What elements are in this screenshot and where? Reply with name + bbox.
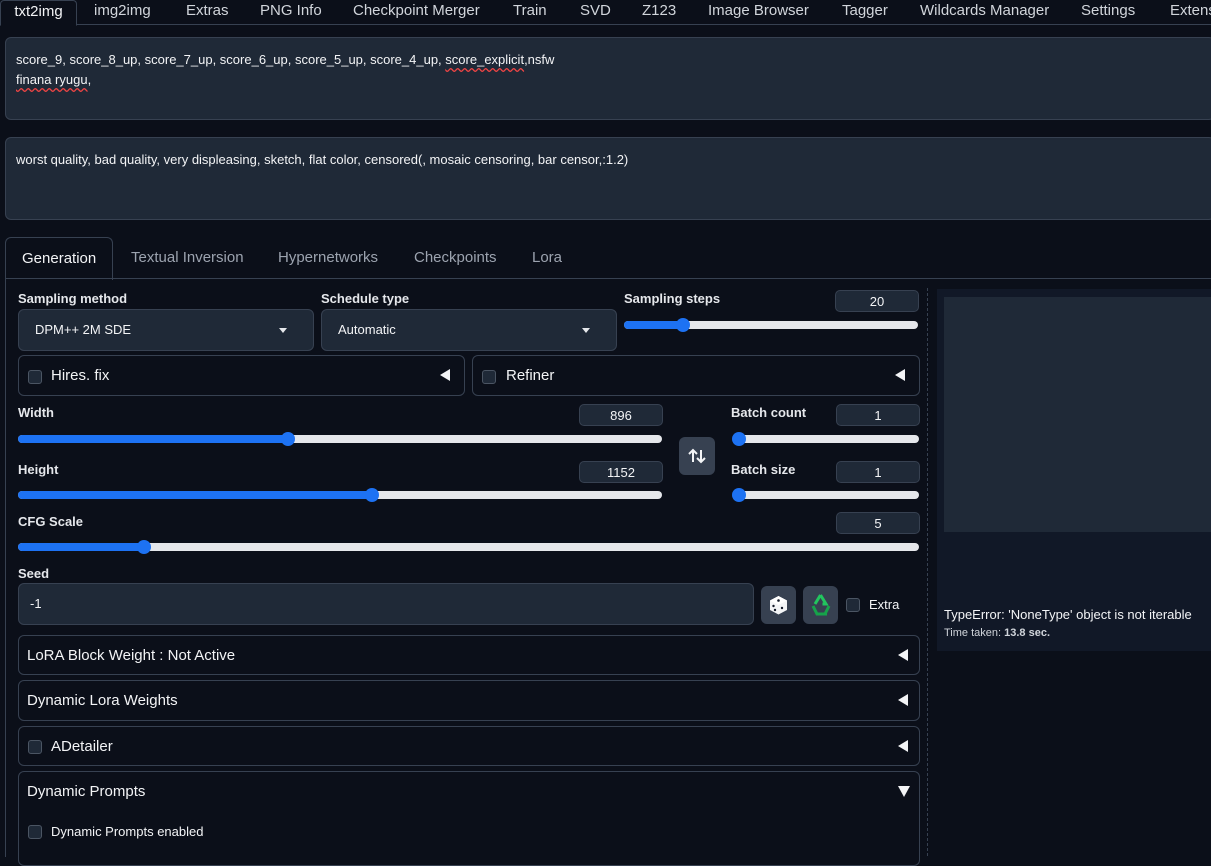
expand-arrow-icon[interactable]	[898, 786, 910, 797]
dice-icon	[770, 596, 787, 615]
reuse-seed-button[interactable]	[803, 586, 838, 624]
dynamic-prompts-label: Dynamic Prompts	[27, 783, 146, 800]
tab-settings[interactable]: Settings	[1081, 0, 1135, 24]
adetailer-accordion[interactable]	[18, 726, 920, 766]
tab-z123[interactable]: Z123	[642, 0, 676, 24]
dynamic-prompts-enabled-checkbox[interactable]	[28, 825, 42, 839]
width-input[interactable]: 896	[579, 404, 663, 426]
dynamic-prompts-enabled-label: Dynamic Prompts enabled	[51, 824, 204, 839]
extra-seed-checkbox[interactable]	[846, 598, 860, 612]
sampling-method-dropdown[interactable]: DPM++ 2M SDE	[18, 309, 314, 351]
tab-tagger[interactable]: Tagger	[842, 0, 888, 24]
chevron-down-icon	[279, 328, 287, 333]
adetailer-checkbox[interactable]	[28, 740, 42, 754]
swap-dimensions-button[interactable]	[679, 437, 715, 475]
hires-fix-checkbox[interactable]	[28, 370, 42, 384]
batch-size-label: Batch size	[731, 462, 796, 477]
chevron-down-icon	[582, 328, 590, 333]
height-slider[interactable]	[18, 488, 662, 502]
lora-block-weight-label: LoRA Block Weight : Not Active	[27, 647, 236, 664]
dynamic-lora-weights-label: Dynamic Lora Weights	[27, 692, 178, 709]
time-taken: Time taken: 13.8 sec.	[944, 627, 1050, 639]
random-seed-button[interactable]	[761, 586, 796, 624]
error-message: TypeError: 'NoneType' object is not iter…	[944, 607, 1192, 622]
schedule-type-value: Automatic	[338, 322, 396, 337]
height-input[interactable]: 1152	[579, 461, 663, 483]
top-tab-bar: txt2img img2img Extras PNG Info Checkpoi…	[0, 0, 1211, 26]
tab-img2img[interactable]: img2img	[94, 0, 151, 24]
image-preview	[944, 297, 1211, 532]
collapse-arrow-icon[interactable]	[895, 369, 905, 381]
tab-textual-inversion[interactable]: Textual Inversion	[131, 237, 244, 279]
prompt-line2-misspelled: finana ryugu	[16, 72, 88, 87]
extra-seed-label: Extra	[869, 597, 900, 612]
seed-input[interactable]: -1	[18, 583, 754, 625]
tab-extras[interactable]: Extras	[186, 0, 229, 24]
batch-count-slider[interactable]	[732, 432, 919, 446]
time-taken-label: Time taken:	[944, 627, 1005, 639]
schedule-type-dropdown[interactable]: Automatic	[321, 309, 617, 351]
tab-hypernetworks[interactable]: Hypernetworks	[278, 237, 378, 279]
refiner-checkbox[interactable]	[482, 370, 496, 384]
batch-size-slider[interactable]	[732, 488, 919, 502]
cfg-scale-label: CFG Scale	[18, 514, 84, 529]
width-label: Width	[18, 405, 54, 420]
prompt-line2-end: ,	[87, 72, 92, 87]
seed-label: Seed	[18, 566, 50, 581]
sampling-method-label: Sampling method	[18, 291, 128, 306]
tab-extensions[interactable]: Extens	[1170, 0, 1211, 24]
swap-icon	[688, 448, 706, 464]
width-slider[interactable]	[18, 432, 662, 446]
column-divider	[927, 288, 928, 856]
tab-image-browser[interactable]: Image Browser	[708, 0, 809, 24]
height-label: Height	[18, 462, 59, 477]
tab-checkpoint-merger[interactable]: Checkpoint Merger	[353, 0, 480, 24]
cfg-scale-input[interactable]: 5	[836, 512, 920, 534]
time-taken-value: 13.8 sec.	[1004, 627, 1050, 639]
tab-train[interactable]: Train	[513, 0, 547, 24]
sampling-method-value: DPM++ 2M SDE	[35, 322, 132, 337]
recycle-icon	[811, 594, 831, 616]
prompt-line1-end: ,nsfw	[524, 52, 555, 67]
batch-count-label: Batch count	[731, 405, 807, 420]
tab-wildcards-manager[interactable]: Wildcards Manager	[920, 0, 1049, 24]
tab-checkpoints[interactable]: Checkpoints	[414, 237, 497, 279]
prompt-line1-misspelled: score_explicit	[445, 52, 525, 67]
collapse-arrow-icon[interactable]	[898, 649, 908, 661]
refiner-label: Refiner	[506, 367, 555, 384]
tab-png-info[interactable]: PNG Info	[260, 0, 322, 24]
batch-count-input[interactable]: 1	[836, 404, 920, 426]
dynamic-prompts-accordion[interactable]	[18, 771, 920, 866]
tab-lora[interactable]: Lora	[532, 237, 562, 279]
adetailer-label: ADetailer	[51, 738, 113, 755]
hires-fix-label: Hires. fix	[51, 367, 110, 384]
batch-size-input[interactable]: 1	[836, 461, 920, 483]
sampling-steps-input[interactable]: 20	[835, 290, 919, 312]
collapse-arrow-icon[interactable]	[898, 694, 908, 706]
negative-prompt-input[interactable]: worst quality, bad quality, very displea…	[5, 137, 1211, 220]
tab-txt2img[interactable]: txt2img	[0, 0, 77, 26]
sampling-steps-slider[interactable]	[624, 318, 918, 332]
schedule-type-label: Schedule type	[321, 291, 410, 306]
prompt-input[interactable]: score_9, score_8_up, score_7_up, score_6…	[5, 37, 1211, 120]
tab-svd[interactable]: SVD	[580, 0, 611, 24]
cfg-scale-slider[interactable]	[18, 540, 919, 554]
tab-generation[interactable]: Generation	[5, 237, 114, 280]
collapse-arrow-icon[interactable]	[440, 369, 450, 381]
prompt-line1: score_9, score_8_up, score_7_up, score_6…	[16, 52, 446, 67]
sampling-steps-label: Sampling steps	[624, 291, 721, 306]
collapse-arrow-icon[interactable]	[898, 740, 908, 752]
